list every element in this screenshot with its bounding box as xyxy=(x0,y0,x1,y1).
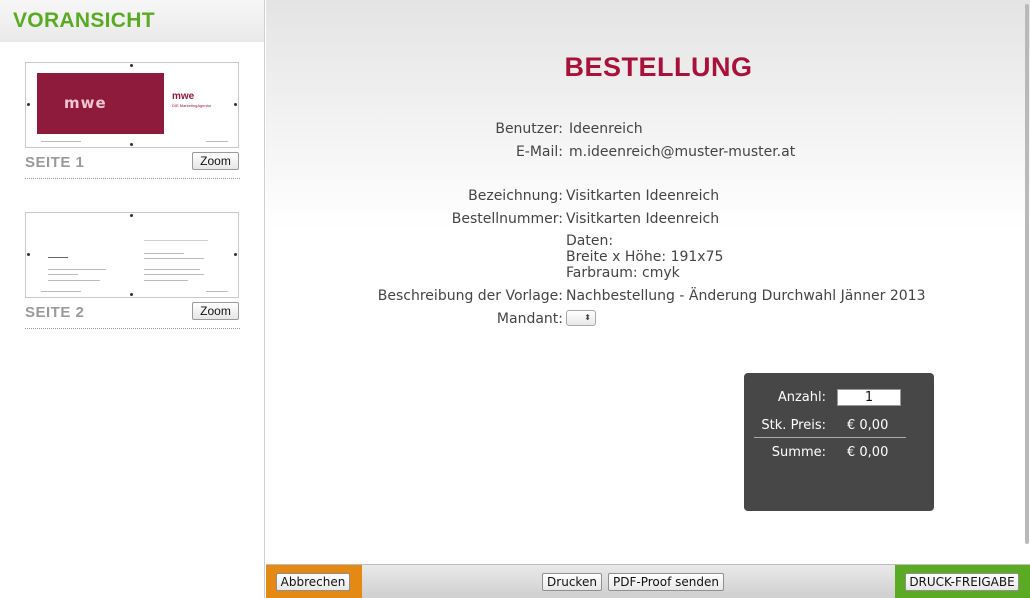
print-approval-button[interactable]: DRUCK-FREIGABE xyxy=(905,573,1019,591)
fine-print xyxy=(144,253,184,254)
vertical-scrollbar[interactable] xyxy=(1024,0,1030,564)
fine-print xyxy=(144,280,188,281)
price-summary-panel: Anzahl: 1 Stk. Preis: € 0,00 Summe: € 0,… xyxy=(744,373,934,511)
quantity-input[interactable]: 1 xyxy=(837,389,901,406)
card-logo: mwe xyxy=(64,94,107,112)
divider xyxy=(25,328,240,329)
page-preview-2: SEITE 2 Zoom xyxy=(25,212,240,329)
page-title: BESTELLUNG xyxy=(564,52,753,82)
dimensions-value: Breite x Höhe: 191x75 xyxy=(566,249,724,265)
scrollbar-thumb[interactable] xyxy=(1025,4,1029,544)
action-footer: Abbrechen Drucken PDF-Proof senden DRUCK… xyxy=(266,564,1030,598)
client-label: Mandant: xyxy=(496,311,563,327)
unit-price-value: € 0,00 xyxy=(847,418,889,433)
fine-print xyxy=(41,141,81,142)
fine-print xyxy=(144,269,200,270)
page-label-1: SEITE 1 xyxy=(25,154,85,171)
fine-print xyxy=(48,274,78,275)
total-label: Summe: xyxy=(771,445,826,460)
divider xyxy=(25,178,240,179)
user-value: Ideenreich xyxy=(569,121,643,137)
crop-mark xyxy=(234,103,237,106)
crop-mark xyxy=(130,143,133,146)
fine-print xyxy=(48,269,106,270)
page-preview-1: mwe mwe DIE MarketingAgentur SEITE 1 Zoo… xyxy=(25,62,240,179)
cancel-button[interactable]: Abbrechen xyxy=(276,573,350,591)
data-heading: Daten: xyxy=(566,233,614,249)
email-label: E-Mail: xyxy=(515,144,563,160)
fine-print xyxy=(144,258,204,259)
cancel-area: Abbrechen xyxy=(266,565,362,598)
card-front-preview: mwe xyxy=(37,73,164,134)
fine-print xyxy=(206,291,228,292)
zoom-button-page-1[interactable]: Zoom xyxy=(192,152,239,170)
select-arrows-icon: ⬍ xyxy=(584,313,591,322)
designation-value: Visitkarten Ideenreich xyxy=(566,188,720,204)
page-label-2: SEITE 2 xyxy=(25,304,85,321)
print-button[interactable]: Drucken xyxy=(542,573,602,591)
approve-area: DRUCK-FREIGABE xyxy=(895,565,1030,598)
card-logo-right: mwe xyxy=(172,91,195,102)
order-number-value: Visitkarten Ideenreich xyxy=(566,211,720,227)
unit-price-label: Stk. Preis: xyxy=(761,418,826,433)
sidebar-header: VORANSICHT xyxy=(0,0,264,42)
order-main-panel: BESTELLUNG Benutzer: Ideenreich E-Mail: … xyxy=(266,0,1030,564)
total-value: € 0,00 xyxy=(847,445,889,460)
page-thumbnail-1[interactable]: mwe mwe DIE MarketingAgentur xyxy=(25,62,239,148)
quantity-label: Anzahl: xyxy=(777,390,826,405)
sidebar-title: VORANSICHT xyxy=(13,9,155,32)
preview-sidebar: VORANSICHT mwe mwe DIE MarketingAgentur … xyxy=(0,0,265,598)
crop-mark xyxy=(234,253,237,256)
user-label: Benutzer: xyxy=(495,121,563,137)
template-description-value: Nachbestellung - Änderung Durchwahl Jänn… xyxy=(566,288,926,304)
crop-mark xyxy=(130,214,133,217)
order-number-label: Bestellnummer: xyxy=(451,211,563,227)
fine-print xyxy=(144,274,204,275)
zoom-button-page-2[interactable]: Zoom xyxy=(192,302,239,320)
crop-mark xyxy=(130,293,133,296)
page-thumbnail-2[interactable] xyxy=(25,212,239,298)
crop-mark xyxy=(27,253,30,256)
page-row-1: SEITE 1 Zoom xyxy=(25,148,240,178)
crop-mark xyxy=(27,103,30,106)
color-space-value: Farbraum: cmyk xyxy=(566,265,680,281)
fine-print xyxy=(48,257,68,258)
crop-mark xyxy=(130,64,133,67)
fine-print xyxy=(206,141,228,142)
summary-divider xyxy=(754,437,906,438)
designation-label: Bezeichnung: xyxy=(468,188,563,204)
fine-print xyxy=(48,280,100,281)
fine-print xyxy=(144,240,208,241)
page-row-2: SEITE 2 Zoom xyxy=(25,298,240,328)
fine-print xyxy=(41,291,81,292)
client-select[interactable]: ⬍ xyxy=(566,310,596,326)
send-pdf-proof-button[interactable]: PDF-Proof senden xyxy=(608,573,724,591)
card-subtitle: DIE MarketingAgentur xyxy=(172,103,212,108)
template-description-label: Beschreibung der Vorlage: xyxy=(377,288,563,304)
email-value: m.ideenreich@muster-muster.at xyxy=(569,144,796,160)
